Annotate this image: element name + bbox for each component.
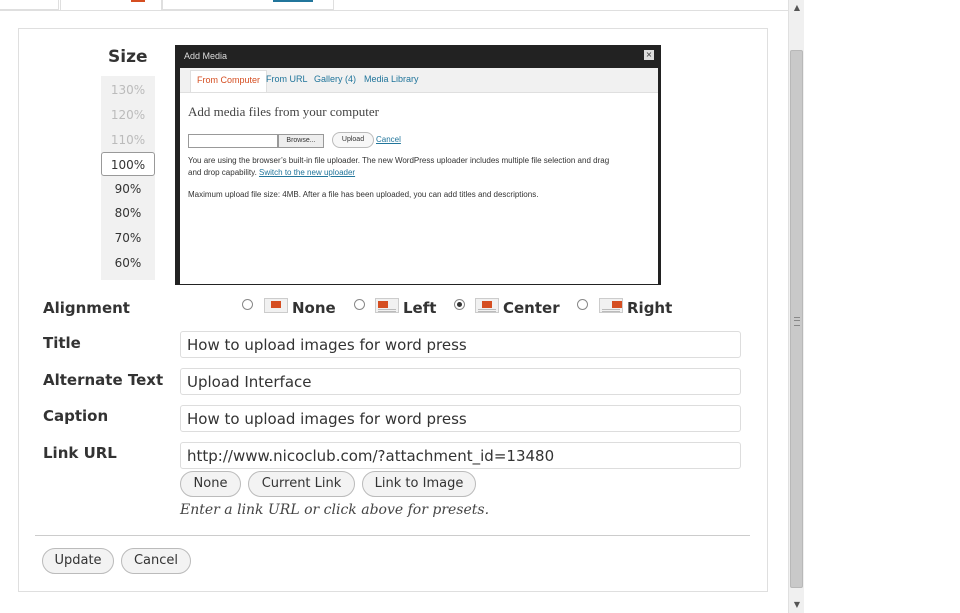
size-option-110[interactable]: 110% — [101, 128, 155, 152]
size-option-100[interactable]: 100% — [101, 152, 155, 176]
align-center-radio[interactable] — [454, 299, 465, 310]
scroll-down-icon[interactable]: ▼ — [789, 597, 805, 613]
align-none-label[interactable]: None — [292, 299, 336, 317]
link-url-input[interactable] — [180, 442, 741, 469]
size-option-90[interactable]: 90% — [101, 177, 155, 201]
align-center-label[interactable]: Center — [503, 299, 560, 317]
preview-browse-button: Browse... — [278, 134, 324, 148]
preview-paragraph-1: You are using the browser’s built-in fil… — [188, 155, 648, 179]
preview-window-body: From Computer From URL Gallery (4) Media… — [180, 68, 658, 284]
preview-tab-media-library: Media Library — [364, 74, 419, 84]
align-left-label[interactable]: Left — [403, 299, 436, 317]
preview-tab-bar: From Computer From URL Gallery (4) Media… — [180, 68, 658, 93]
cancel-button[interactable]: Cancel — [121, 548, 191, 574]
link-url-hint: Enter a link URL or click above for pres… — [180, 502, 490, 518]
actions-divider — [35, 535, 750, 536]
align-none-radio[interactable] — [242, 299, 253, 310]
align-left-icon — [375, 298, 399, 313]
preview-heading: Add media files from your computer — [188, 104, 379, 119]
preview-paragraph-1-line2: and drop capability. — [188, 168, 257, 177]
preview-cancel-link: Cancel — [376, 135, 401, 144]
preview-tab-from-computer: From Computer — [190, 70, 268, 92]
size-option-120[interactable]: 120% — [101, 103, 155, 127]
title-label: Title — [43, 334, 81, 352]
caption-label: Caption — [43, 407, 109, 425]
preview-window-title: Add Media — [184, 51, 228, 61]
link-preset-current-link-button[interactable]: Current Link — [248, 471, 355, 497]
preview-paragraph-1-text: You are using the browser’s built-in fil… — [188, 156, 610, 165]
scrollbar-grip-icon — [794, 317, 800, 326]
tab-fragment-right[interactable] — [162, 0, 334, 10]
scrollbar-thumb[interactable] — [790, 50, 803, 588]
align-right-label[interactable]: Right — [627, 299, 672, 317]
top-tab-strip — [0, 0, 788, 11]
preview-tab-from-url: From URL — [266, 74, 308, 84]
align-center-icon — [475, 298, 499, 313]
vertical-scrollbar[interactable]: ▲ ▼ — [788, 0, 804, 613]
alignment-label: Alignment — [43, 299, 130, 317]
preview-tab-gallery: Gallery (4) — [314, 74, 357, 84]
preview-file-field — [188, 134, 278, 148]
align-right-radio[interactable] — [577, 299, 588, 310]
align-right-icon — [599, 298, 623, 313]
image-preview: Add Media × From Computer From URL Galle… — [175, 45, 661, 285]
size-options-list: 130% 120% 110% 100% 90% 80% 70% 60% — [101, 76, 155, 280]
caption-input[interactable] — [180, 405, 741, 432]
align-left-radio[interactable] — [354, 299, 365, 310]
update-button[interactable]: Update — [42, 548, 114, 574]
preview-upload-button: Upload — [332, 132, 374, 148]
size-option-60[interactable]: 60% — [101, 251, 155, 275]
tab-fragment-active[interactable] — [60, 0, 162, 10]
size-option-80[interactable]: 80% — [101, 201, 155, 225]
preview-switch-uploader-link: Switch to the new uploader — [259, 168, 356, 177]
preview-close-icon: × — [644, 50, 654, 60]
link-preset-none-button[interactable]: None — [180, 471, 241, 497]
title-input[interactable] — [180, 331, 741, 358]
tab-fragment-left[interactable] — [0, 0, 59, 10]
link-preset-link-to-image-button[interactable]: Link to Image — [362, 471, 476, 497]
align-none-icon — [264, 298, 288, 313]
alt-text-label: Alternate Text — [43, 371, 164, 389]
alt-text-input[interactable] — [180, 368, 741, 395]
scroll-up-icon[interactable]: ▲ — [789, 0, 805, 16]
link-url-label: Link URL — [43, 444, 117, 462]
size-label: Size — [108, 47, 148, 67]
preview-paragraph-2: Maximum upload file size: 4MB. After a f… — [188, 190, 539, 199]
size-option-70[interactable]: 70% — [101, 226, 155, 250]
size-option-130[interactable]: 130% — [101, 78, 155, 102]
